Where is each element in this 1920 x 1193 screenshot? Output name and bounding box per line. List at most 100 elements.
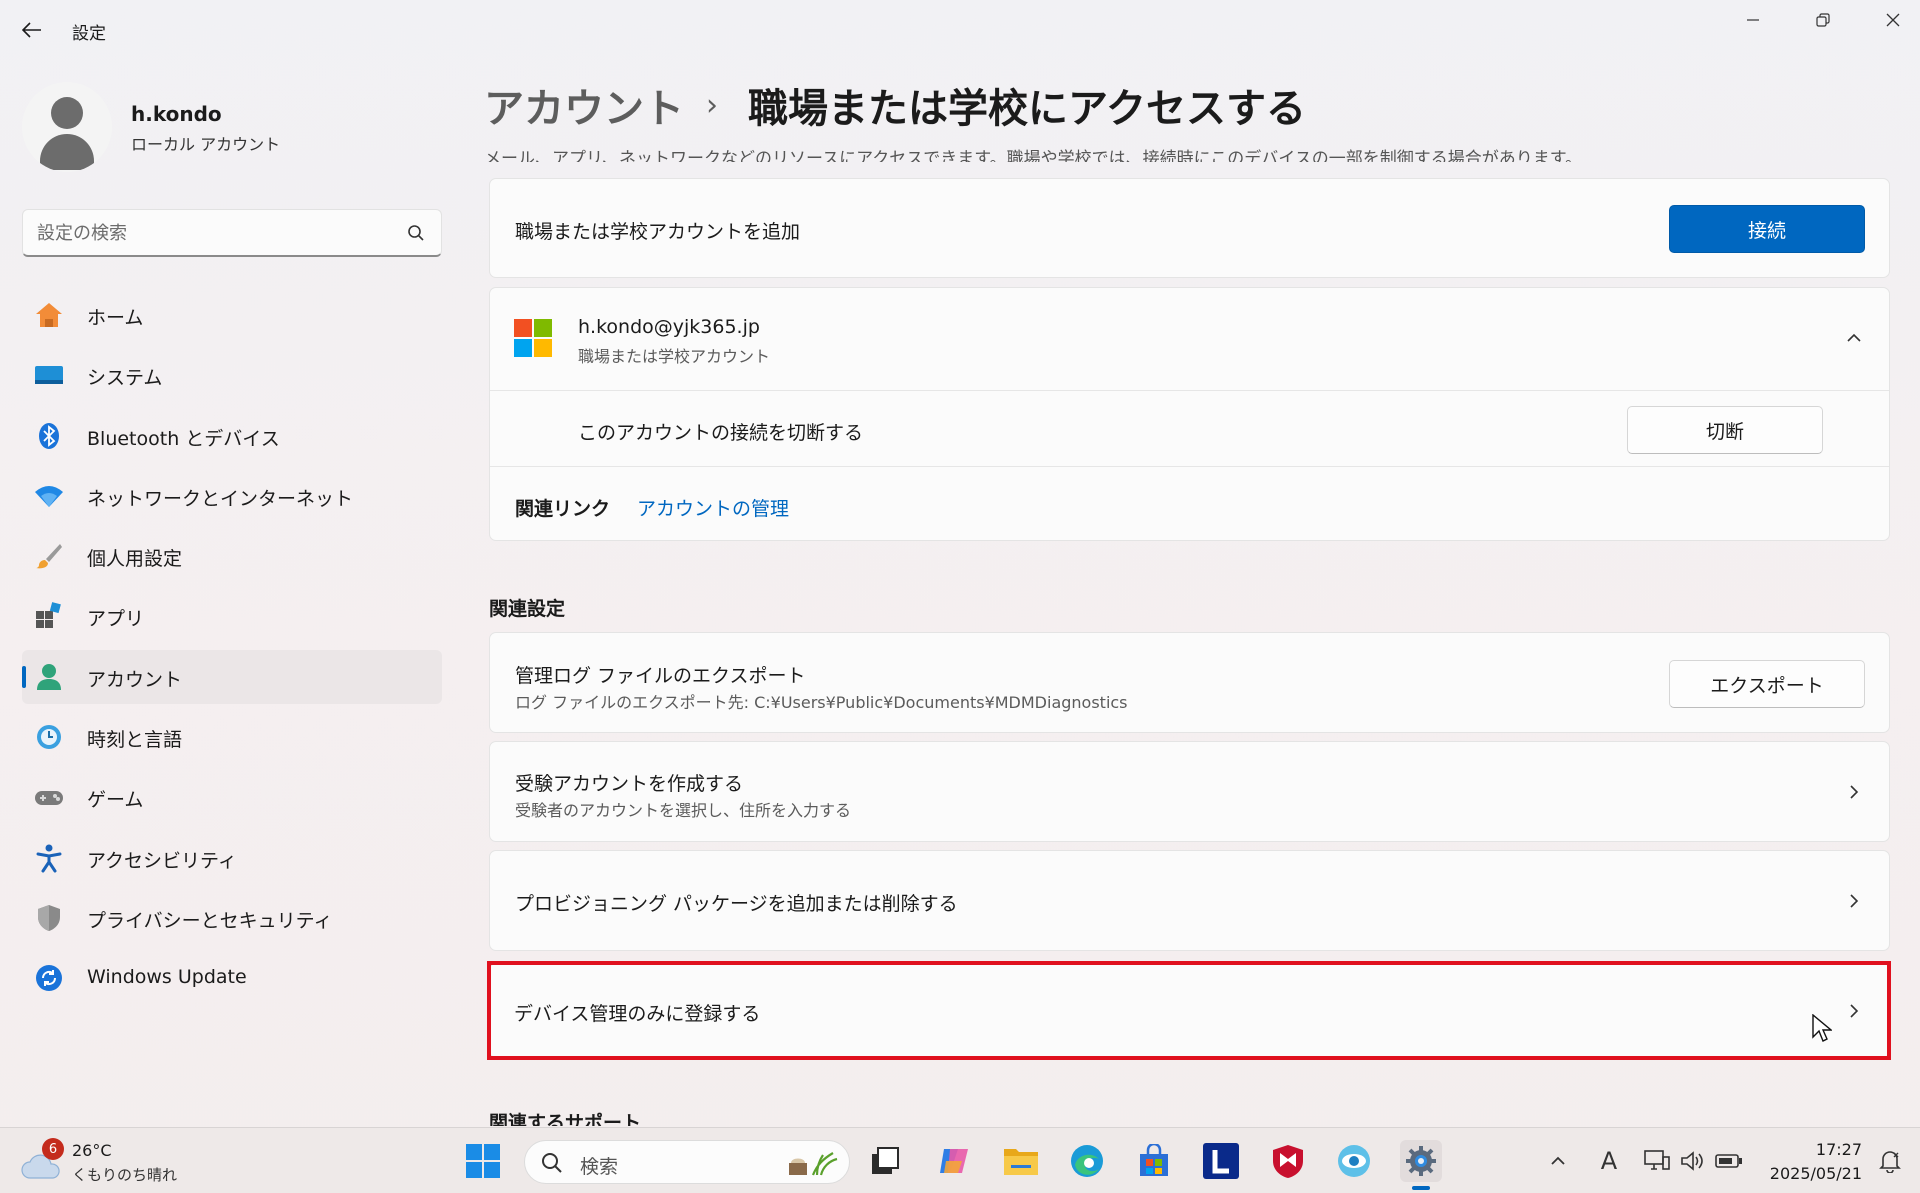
related-links-label: 関連リンク [515, 498, 611, 520]
sidebar-item-label: ゲーム [87, 789, 144, 812]
selection-indicator [22, 665, 26, 688]
sidebar-item-apps[interactable]: アプリ [22, 589, 442, 643]
weather-description: くもりのち晴れ [72, 1166, 178, 1184]
divider [490, 466, 1889, 467]
time-language-icon [34, 722, 64, 752]
store-button[interactable] [1133, 1140, 1175, 1182]
sidebar-item-label: ネットワークとインターネット [87, 487, 354, 510]
related-support-title: 関連するサポート [489, 1112, 642, 1126]
exam-account-subtitle: 受験者のアカウントを選択し、住所を入力する [515, 801, 852, 820]
user-name: h.kondo [131, 102, 222, 126]
sidebar-item-bluetooth[interactable]: Bluetooth とデバイス [22, 409, 442, 463]
maximize-button[interactable] [1788, 0, 1858, 40]
task-view-button[interactable] [864, 1140, 906, 1182]
sidebar-item-windows-update[interactable]: Windows Update [22, 951, 442, 1005]
exam-account-card[interactable]: 受験アカウントを作成する 受験者のアカウントを選択し、住所を入力する [489, 741, 1890, 842]
home-icon [34, 300, 64, 330]
mcafee-button[interactable] [1267, 1140, 1309, 1182]
file-explorer-icon [1004, 1149, 1038, 1175]
restore-icon [1816, 13, 1830, 27]
browser-app-button[interactable] [1333, 1140, 1375, 1182]
battery-icon [1715, 1154, 1742, 1168]
chevron-up-icon[interactable] [1844, 328, 1864, 348]
export-logs-card: 管理ログ ファイルのエクスポート ログ ファイルのエクスポート先: C:¥Use… [489, 632, 1890, 733]
disconnect-button[interactable]: 切断 [1627, 406, 1823, 454]
app-title: 設定 [72, 24, 106, 44]
sidebar-item-gaming[interactable]: ゲーム [22, 770, 442, 824]
page-title: 職場または学校にアクセスする [748, 86, 1306, 132]
search-icon [408, 225, 424, 241]
edge-button[interactable] [1066, 1140, 1108, 1182]
task-view-icon [872, 1147, 899, 1174]
file-explorer-button[interactable] [1000, 1140, 1042, 1182]
taskbar: 6 26°C くもりのち晴れ 検索 A 17:27 2025/05/21 [0, 1127, 1920, 1193]
export-logs-title: 管理ログ ファイルのエクスポート [515, 665, 806, 687]
close-button[interactable] [1858, 0, 1920, 40]
volume-control[interactable] [1676, 1140, 1710, 1182]
start-button[interactable] [462, 1140, 504, 1182]
connect-button[interactable]: 接続 [1669, 205, 1865, 253]
ime-indicator[interactable]: A [1594, 1140, 1624, 1182]
breadcrumb: アカウント › 職場または学校にアクセスする [484, 80, 1306, 132]
show-hidden-icons-button[interactable] [1543, 1140, 1573, 1182]
sidebar-item-system[interactable]: システム [22, 348, 442, 402]
clock[interactable]: 17:27 2025/05/21 [1760, 1128, 1870, 1193]
browser-app-icon [1338, 1145, 1370, 1177]
l-app-button[interactable] [1200, 1140, 1242, 1182]
manage-account-link[interactable]: アカウントの管理 [637, 494, 789, 521]
settings-app-button[interactable] [1400, 1140, 1442, 1190]
weather-widget[interactable]: 6 26°C くもりのち晴れ [0, 1128, 200, 1193]
sidebar-item-home[interactable]: ホーム [22, 288, 442, 342]
taskbar-search[interactable]: 検索 [524, 1140, 850, 1184]
sidebar-item-time-language[interactable]: 時刻と言語 [22, 710, 442, 764]
sidebar-item-personalization[interactable]: 個人用設定 [22, 529, 442, 583]
apps-icon [34, 601, 64, 631]
accessibility-icon [34, 843, 64, 873]
sidebar-item-privacy[interactable]: プライバシーとセキュリティ [22, 891, 442, 945]
weather-temperature: 26°C [72, 1141, 112, 1160]
user-profile[interactable]: h.kondo ローカル アカウント [22, 82, 442, 172]
microsoft-logo-icon [514, 319, 552, 357]
sidebar-item-label: 時刻と言語 [87, 729, 183, 752]
account-email: h.kondo@yjk365.jp [578, 316, 760, 338]
export-button[interactable]: エクスポート [1669, 660, 1865, 708]
search-input[interactable] [37, 220, 377, 246]
chevron-right-icon [1850, 894, 1859, 908]
avatar [22, 82, 112, 172]
gamepad-icon [34, 782, 64, 812]
battery-status[interactable] [1712, 1140, 1746, 1182]
sidebar-item-accounts[interactable]: アカウント [22, 649, 442, 704]
sidebar-item-network[interactable]: ネットワークとインターネット [22, 469, 442, 523]
settings-icon [1406, 1146, 1436, 1176]
sidebar-item-label: 個人用設定 [87, 548, 183, 571]
sidebar-item-label: プライバシーとセキュリティ [87, 909, 333, 932]
notifications-button[interactable] [1872, 1140, 1908, 1182]
copilot-button[interactable] [933, 1140, 975, 1182]
account-entry-card: h.kondo@yjk365.jp 職場または学校アカウント このアカウントの接… [489, 287, 1890, 541]
network-status[interactable] [1640, 1140, 1674, 1182]
settings-search[interactable] [22, 209, 442, 257]
provisioning-title: プロビジョニング パッケージを追加または削除する [515, 893, 958, 915]
clock-date: 2025/05/21 [1769, 1164, 1862, 1183]
account-type: ローカル アカウント [131, 135, 281, 154]
account-icon [34, 662, 64, 692]
volume-icon [1681, 1151, 1703, 1171]
exam-account-title: 受験アカウントを作成する [515, 773, 744, 795]
back-button[interactable] [14, 12, 50, 48]
sidebar-item-accessibility[interactable]: アクセシビリティ [22, 831, 442, 885]
sidebar-item-label: アプリ [87, 608, 145, 631]
bluetooth-icon [34, 421, 64, 451]
search-highlight-icon [789, 1152, 838, 1176]
active-app-indicator [1412, 1186, 1430, 1190]
account-entry-header[interactable]: h.kondo@yjk365.jp 職場または学校アカウント [490, 288, 1889, 390]
provisioning-card[interactable]: プロビジョニング パッケージを追加または削除する [489, 850, 1890, 951]
divider [490, 390, 1889, 391]
breadcrumb-separator: › [706, 87, 718, 123]
sidebar-item-label: Windows Update [87, 966, 247, 989]
network-icon [1644, 1150, 1670, 1170]
sidebar-item-label: アカウント [87, 668, 183, 691]
minimize-button[interactable] [1718, 0, 1788, 40]
store-icon [1140, 1144, 1168, 1176]
sidebar-nav: ホーム システム Bluetooth とデバイス ネットワークとインターネット … [22, 288, 442, 1012]
breadcrumb-parent[interactable]: アカウント [484, 76, 684, 134]
